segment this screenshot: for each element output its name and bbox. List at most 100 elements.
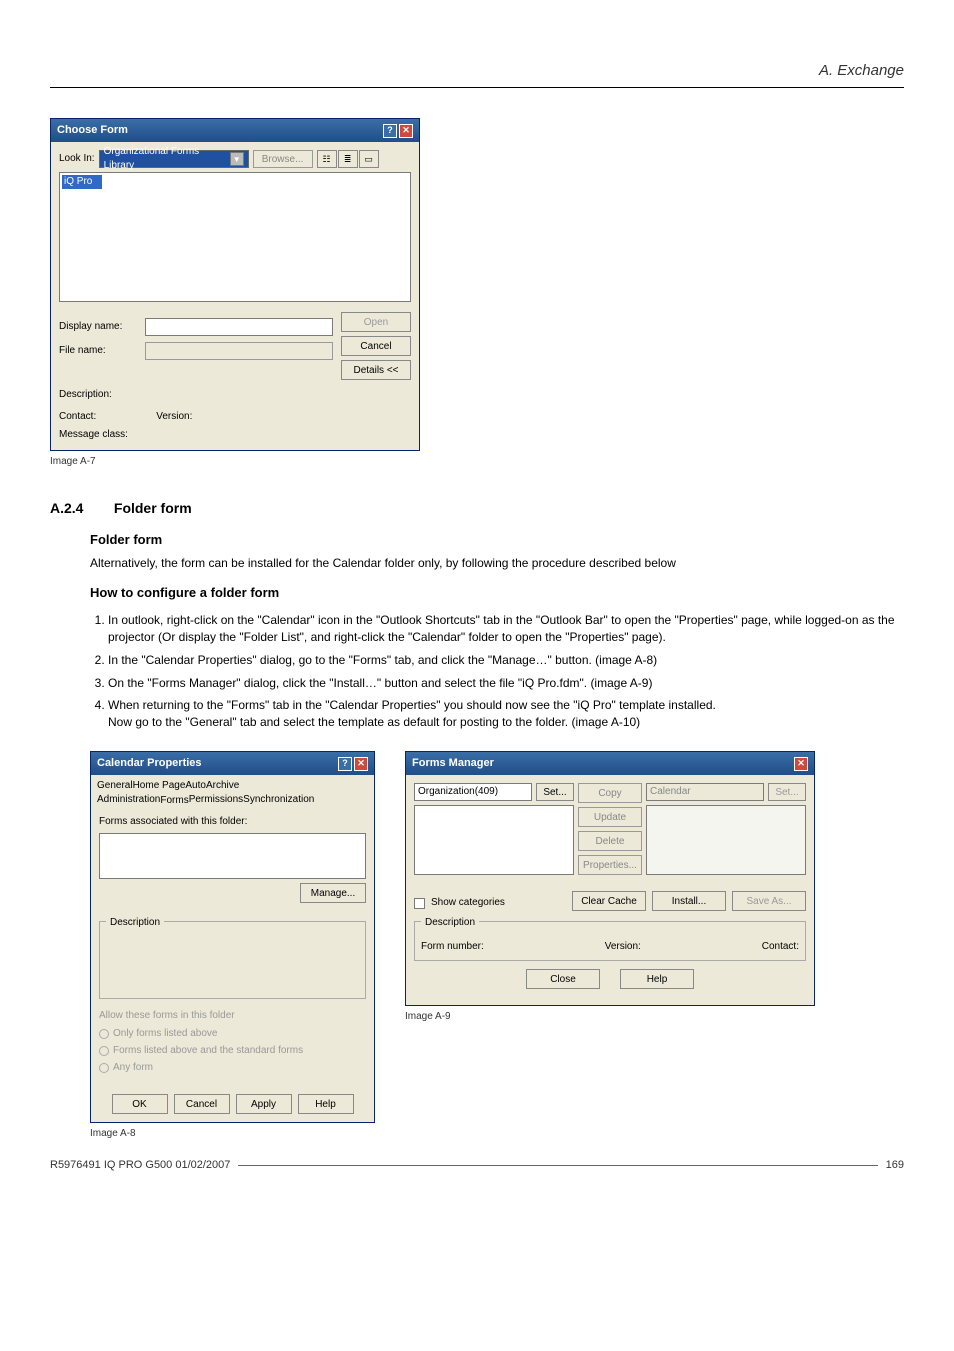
tab-sync[interactable]: Synchronization [243,793,314,807]
paragraph: Alternatively, the form can be installed… [90,555,904,572]
step-2: In the "Calendar Properties" dialog, go … [108,652,904,669]
close-icon[interactable]: ✕ [399,124,413,138]
ok-button[interactable]: OK [112,1094,168,1114]
displayname-label: Display name: [59,320,139,334]
set-right-button[interactable]: Set... [768,783,806,801]
filename-label: File name: [59,344,139,358]
view-list-icon[interactable]: ☷ [317,150,337,168]
help-icon[interactable]: ? [338,757,352,771]
radio3-label: Any form [113,1061,153,1075]
caption-a9: Image A-9 [405,1010,815,1024]
delete-button[interactable]: Delete [578,831,642,851]
radio-only-listed[interactable] [99,1029,109,1039]
steps-list: In outlook, right-click on the "Calendar… [90,612,904,731]
allow-forms-group: Allow these forms in this folder Only fo… [99,1009,366,1075]
cal-titlebar: Calendar Properties ? ✕ [91,752,374,775]
choose-form-title: Choose Form [57,123,128,138]
section-title: Folder form [114,500,192,516]
tab-permissions[interactable]: Permissions [189,793,243,807]
apply-button[interactable]: Apply [236,1094,292,1114]
caption-a8: Image A-8 [90,1127,375,1141]
install-button[interactable]: Install... [652,891,726,911]
radio1-label: Only forms listed above [113,1027,218,1041]
radio-any-form[interactable] [99,1063,109,1073]
lookin-value: Organizational Forms Library [104,145,230,173]
radio2-label: Forms listed above and the standard form… [113,1044,303,1058]
displayname-input[interactable] [145,318,333,336]
forms-listbox[interactable]: iQ Pro [59,172,411,302]
lookin-select[interactable]: Organizational Forms Library ▼ [99,150,249,168]
step-4b: Now go to the "General" tab and select t… [108,714,904,731]
tab-homepage[interactable]: Home Page [133,779,186,793]
view-large-icon[interactable]: ▭ [359,150,379,168]
footer-page-number: 169 [886,1158,904,1173]
step-4a: When returning to the "Forms" tab in the… [108,698,716,712]
version-label: Version: [156,410,192,424]
right-forms-list[interactable] [646,805,806,875]
show-categories-label: Show categories [431,896,505,910]
radio-listed-standard[interactable] [99,1046,109,1056]
update-button[interactable]: Update [578,807,642,827]
copy-button[interactable]: Copy [578,783,642,803]
step-3: On the "Forms Manager" dialog, click the… [108,675,904,692]
tab-general[interactable]: General [97,779,133,793]
help-icon[interactable]: ? [383,124,397,138]
tab-autoarchive[interactable]: AutoArchive [185,779,239,793]
close-button[interactable]: Close [526,969,600,989]
forms-manager-dialog: Forms Manager ✕ Organization(409) Set...… [405,751,815,1006]
description-label: Description: [59,388,411,402]
fm-titlebar: Forms Manager ✕ [406,752,814,775]
view-details-icon[interactable]: ≣ [338,150,358,168]
fm-desc-legend: Description [421,916,479,930]
step-1: In outlook, right-click on the "Calendar… [108,612,904,646]
contact-label: Contact: [59,410,96,424]
fm-title: Forms Manager [412,756,494,771]
show-categories-checkbox[interactable] [414,898,425,909]
chevron-down-icon[interactable]: ▼ [230,152,244,166]
close-icon[interactable]: ✕ [354,757,368,771]
forms-assoc-label: Forms associated with this folder: [99,815,366,829]
cancel-button[interactable]: Cancel [341,336,411,356]
allow-legend: Allow these forms in this folder [99,1009,366,1023]
fm-version-label: Version: [605,940,641,954]
save-as-button[interactable]: Save As... [732,891,806,911]
lookin-label: Look In: [59,152,95,166]
cancel-button[interactable]: Cancel [174,1094,230,1114]
subheading-howto: How to configure a folder form [90,584,904,602]
close-icon[interactable]: ✕ [794,757,808,771]
clear-cache-button[interactable]: Clear Cache [572,891,646,911]
tab-administration[interactable]: Administration [97,793,160,807]
page-header: A. Exchange [50,60,904,88]
msgclass-label: Message class: [59,428,411,442]
description-fieldset: Description [99,921,366,999]
step-4: When returning to the "Forms" tab in the… [108,697,904,731]
formnum-label: Form number: [421,940,484,954]
browse-button[interactable]: Browse... [253,150,313,168]
fm-description-fieldset: Description Form number: Version: Contac… [414,921,806,961]
manage-button[interactable]: Manage... [300,883,366,903]
help-button[interactable]: Help [298,1094,354,1114]
list-item[interactable]: iQ Pro [62,175,102,189]
section-heading: A.2.4 Folder form [50,499,904,519]
choose-form-titlebar: Choose Form ? ✕ [51,119,419,142]
open-button[interactable]: Open [341,312,411,332]
forms-assoc-listbox[interactable] [99,833,366,879]
fm-contact-label: Contact: [762,940,799,954]
filename-input [145,342,333,360]
tab-forms[interactable]: Forms [160,794,188,808]
set-left-button[interactable]: Set... [536,783,574,801]
subheading-folder-form: Folder form [90,531,904,549]
caption-a7: Image A-7 [50,455,904,469]
cal-title: Calendar Properties [97,756,202,771]
left-forms-list[interactable] [414,805,574,875]
footer-left: R5976491 IQ PRO G500 01/02/2007 [50,1158,230,1173]
section-number: A.2.4 [50,499,110,519]
left-library-field: Organization(409) [414,783,532,801]
calendar-properties-dialog: Calendar Properties ? ✕ General Home Pag… [90,751,375,1123]
properties-button[interactable]: Properties... [578,855,642,875]
right-library-field: Calendar [646,783,764,801]
fm-help-button[interactable]: Help [620,969,694,989]
description-legend: Description [106,916,164,930]
page-footer: R5976491 IQ PRO G500 01/02/2007 169 [50,1158,904,1173]
details-button[interactable]: Details << [341,360,411,380]
